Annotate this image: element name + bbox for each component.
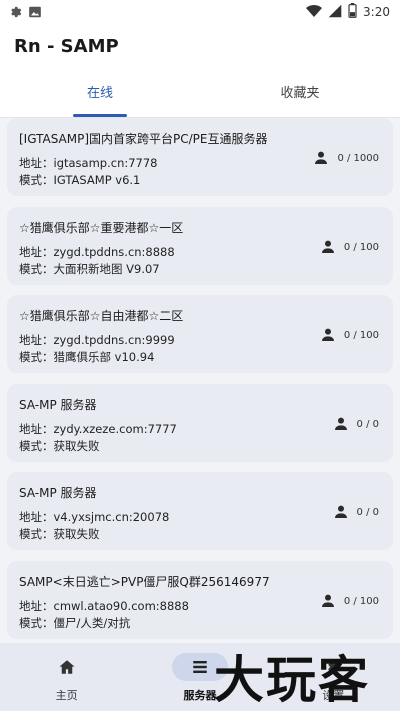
nav-item-servers[interactable]: 服务器 (133, 643, 266, 711)
settings-notification-icon (8, 4, 22, 23)
server-address: 地址：v4.yxsjmc.cn:20078 (19, 510, 170, 524)
server-mode: 模式：大面积新地图 V9.07 (19, 262, 160, 276)
server-card[interactable]: ☆猎鹰俱乐部☆自由港都☆二区 地址：zygd.tpddns.cn:9999 模式… (7, 295, 393, 373)
app-title: Rn - SAMP (14, 36, 119, 57)
nav-item-home[interactable]: 主页 (0, 643, 133, 711)
player-count-value: 0 / 100 (343, 241, 379, 253)
player-count-value: 0 / 0 (356, 506, 379, 518)
server-mode: 模式：IGTASAMP v6.1 (19, 173, 141, 187)
server-mode: 模式：获取失败 (19, 439, 100, 453)
nav-label-settings: 设置 (322, 689, 345, 702)
notification-icons (8, 4, 42, 23)
server-name: SAMP<末日逃亡>PVP僵尸服Q群256146977 (19, 575, 270, 589)
player-count: 0 / 1000 (313, 150, 379, 166)
player-count-value: 0 / 1000 (337, 152, 379, 164)
home-icon (59, 660, 75, 674)
person-icon (315, 151, 328, 164)
server-address: 地址：zygd.tpddns.cn:9999 (19, 333, 175, 347)
server-mode: 模式：猎鹰俱乐部 v10.94 (19, 350, 155, 364)
player-count-value: 0 / 0 (356, 418, 379, 430)
nav-label-home: 主页 (55, 689, 78, 702)
player-count: 0 / 100 (320, 327, 379, 343)
app-bar: Rn - SAMP (0, 24, 400, 72)
wifi-icon (306, 4, 323, 21)
person-icon (334, 505, 347, 518)
tab-favorites[interactable]: 收藏夹 (200, 72, 400, 117)
server-list[interactable]: [IGTASAMP]国内首家跨平台PC/PE互通服务器 地址：igtasamp.… (0, 118, 400, 643)
server-name: ☆猎鹰俱乐部☆重要港都☆一区 (19, 221, 184, 235)
player-count: 0 / 100 (320, 593, 379, 609)
server-address: 地址：zygd.tpddns.cn:8888 (19, 245, 175, 259)
nav-label-servers: 服务器 (183, 689, 217, 702)
server-name: ☆猎鹰俱乐部☆自由港都☆二区 (19, 309, 184, 323)
server-mode: 模式：获取失败 (19, 527, 100, 541)
server-address: 地址：igtasamp.cn:7778 (19, 156, 158, 170)
nav-item-settings[interactable]: 设置 (267, 643, 400, 711)
server-card[interactable]: SA-MP 服务器 地址：v4.yxsjmc.cn:20078 模式：获取失败 … (7, 472, 393, 550)
player-count-value: 0 / 100 (343, 329, 379, 341)
bottom-nav: 主页 服务器 设置 (0, 643, 400, 711)
player-count: 0 / 100 (320, 239, 379, 255)
server-card[interactable]: SA-MP 服务器 地址：zydy.xzeze.com:7777 模式：获取失败… (7, 384, 393, 462)
battery-icon (348, 3, 357, 21)
player-count-value: 0 / 100 (343, 595, 379, 607)
image-notification-icon (28, 4, 42, 23)
nav-icon-container (305, 653, 361, 681)
person-icon (321, 328, 334, 341)
player-count: 0 / 0 (333, 416, 379, 432)
gear-icon (328, 660, 342, 674)
server-address: 地址：zydy.xzeze.com:7777 (19, 422, 177, 436)
player-count: 0 / 0 (333, 504, 379, 520)
system-icons: 3:20 (306, 3, 390, 21)
server-card[interactable]: [IGTASAMP]国内首家跨平台PC/PE互通服务器 地址：igtasamp.… (7, 118, 393, 196)
tab-bar: 在线 收藏夹 (0, 72, 400, 118)
server-name: SA-MP 服务器 (19, 486, 97, 500)
server-card[interactable]: SAMP<末日逃亡>PVP僵尸服Q群256146977 地址：cmwl.atao… (7, 561, 393, 639)
server-list-icon (193, 661, 207, 673)
server-address: 地址：cmwl.atao90.com:8888 (19, 599, 189, 613)
status-bar: 3:20 (0, 0, 400, 24)
clock: 3:20 (363, 5, 390, 19)
server-name: [IGTASAMP]国内首家跨平台PC/PE互通服务器 (19, 132, 268, 146)
signal-icon (328, 4, 342, 21)
person-icon (321, 240, 334, 253)
tab-online[interactable]: 在线 (0, 72, 200, 117)
server-name: SA-MP 服务器 (19, 398, 97, 412)
person-icon (334, 417, 347, 430)
server-mode: 模式：僵尸/人类/对抗 (19, 616, 131, 630)
nav-icon-container (39, 653, 95, 681)
nav-icon-container (171, 653, 228, 681)
person-icon (321, 594, 334, 607)
server-card[interactable]: ☆猎鹰俱乐部☆重要港都☆一区 地址：zygd.tpddns.cn:8888 模式… (7, 207, 393, 285)
